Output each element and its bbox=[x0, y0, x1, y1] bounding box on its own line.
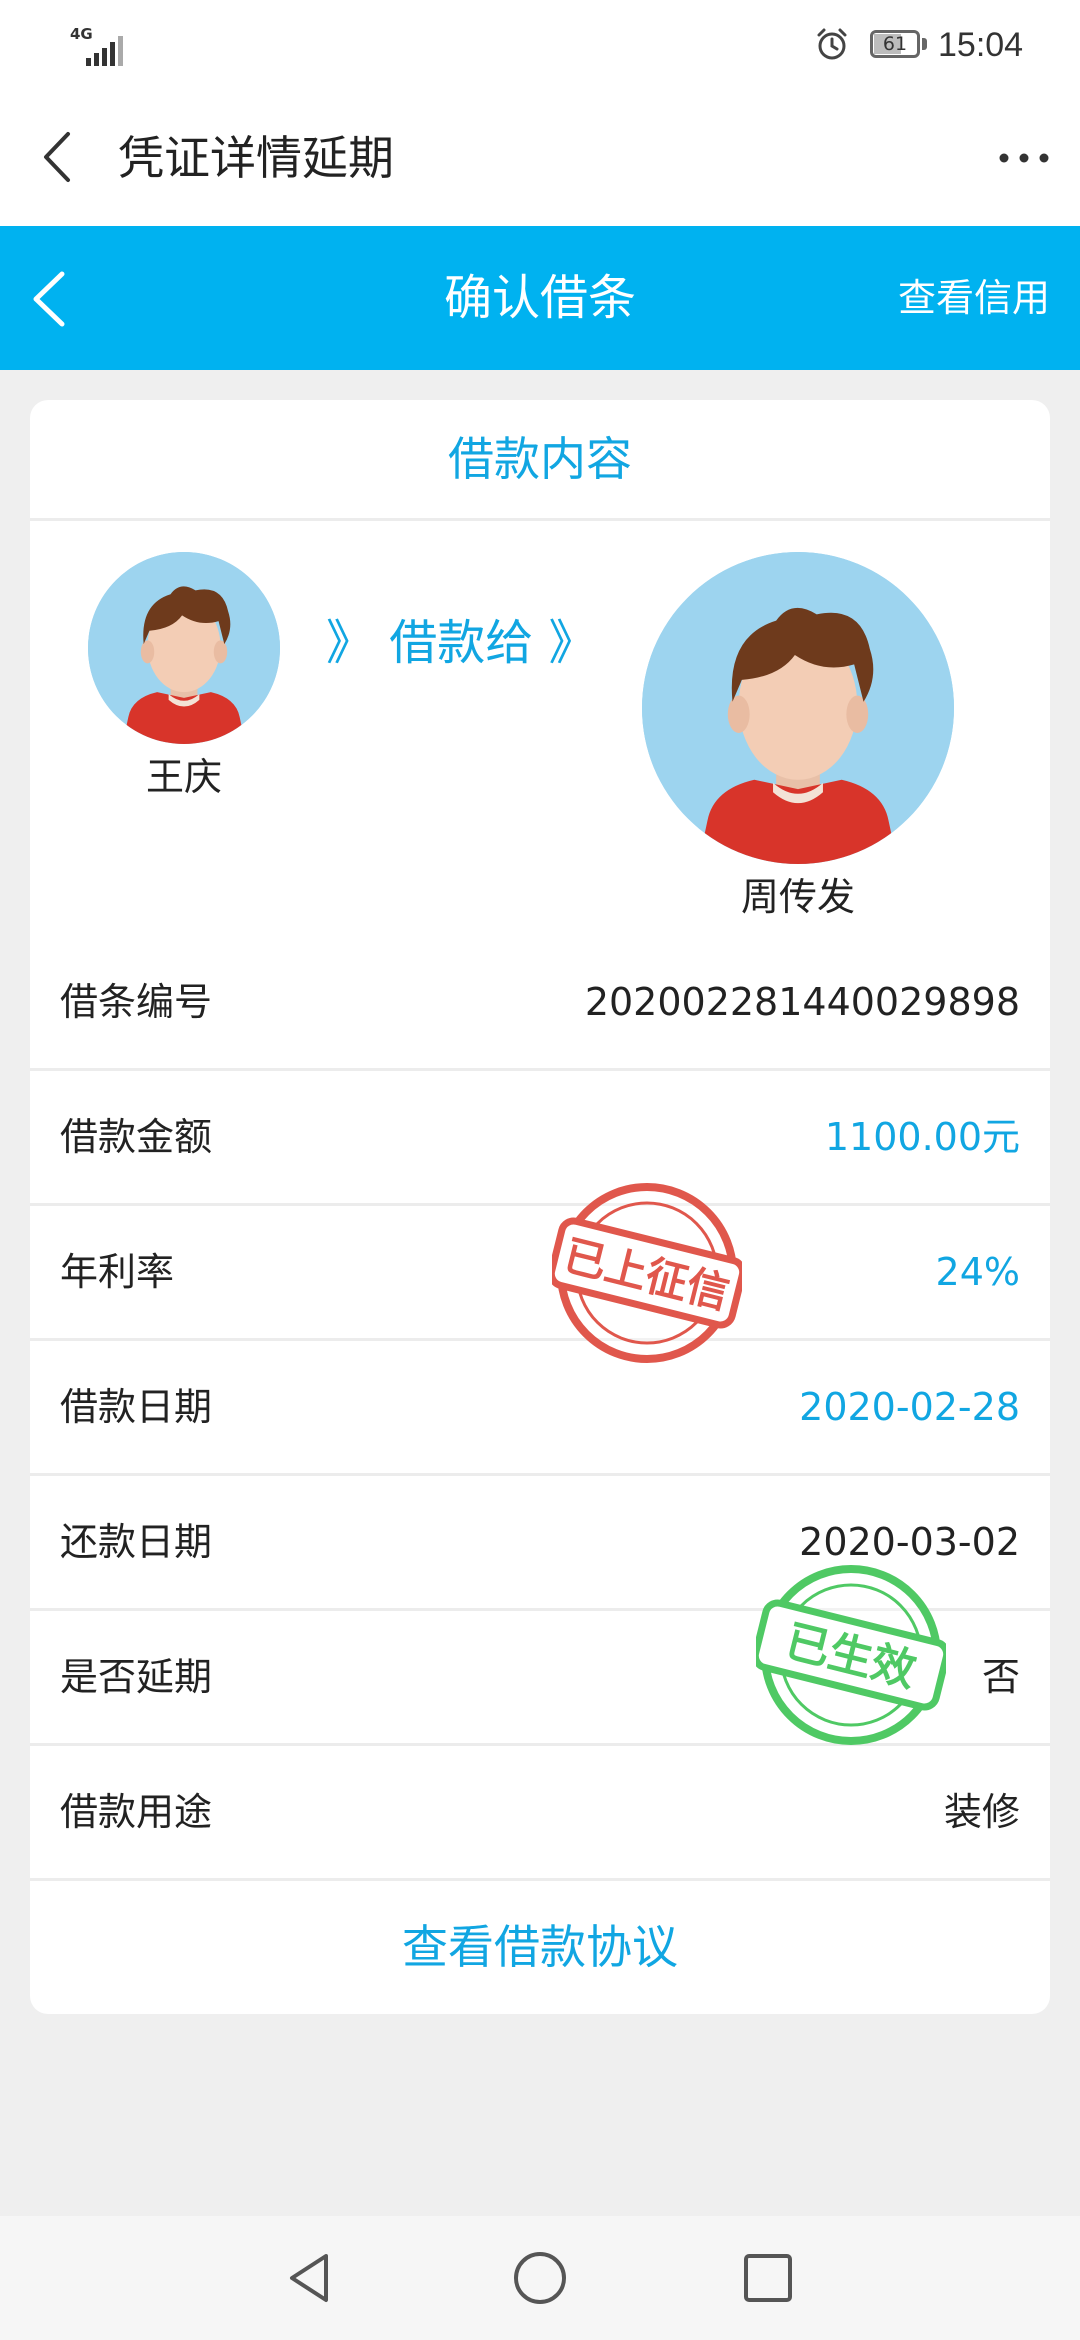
info-row-annual-rate: 年利率 24% bbox=[30, 1206, 1050, 1338]
info-row-loan-amount: 借款金额 1100.00元 bbox=[30, 1071, 1050, 1203]
info-row-loan-date: 借款日期 2020-02-28 bbox=[30, 1341, 1050, 1473]
page-header: 确认借条 查看信用 bbox=[0, 226, 1080, 370]
nav-recents-square-icon[interactable] bbox=[738, 2248, 798, 2308]
lend-to-label: 》 借款给 》 bbox=[326, 615, 597, 671]
status-indicators: 61 15:04 bbox=[780, 22, 1080, 70]
view-agreement-button[interactable]: 查看借款协议 bbox=[30, 1880, 1050, 2014]
signal-bar bbox=[118, 36, 123, 66]
divider bbox=[30, 518, 1050, 521]
loan-number-value: 202002281440029898 bbox=[584, 980, 1020, 1024]
app-nav-title: 凭证详情延期 bbox=[118, 131, 394, 185]
battery-icon: 61 bbox=[870, 30, 920, 58]
more-options-icon[interactable] bbox=[996, 138, 1052, 178]
row-label: 借款用途 bbox=[60, 1790, 213, 1834]
row-label: 年利率 bbox=[60, 1250, 175, 1294]
status-time: 15:04 bbox=[938, 26, 1024, 64]
loan-card: 借款内容 王庆 》 借款给 》 周传发 借条编号 202002281440029… bbox=[30, 400, 1050, 2014]
nav-home-circle-icon[interactable] bbox=[510, 2248, 570, 2308]
alarm-clock-icon bbox=[817, 28, 847, 60]
nav-back-triangle-icon[interactable] bbox=[280, 2248, 340, 2308]
signal-bar bbox=[110, 42, 115, 66]
row-label: 借款金额 bbox=[60, 1115, 213, 1159]
loan-amount-value: 1100.00元 bbox=[824, 1115, 1020, 1159]
info-row-loan-purpose: 借款用途 装修 bbox=[30, 1746, 1050, 1878]
cellular-signal-icon: 4G bbox=[70, 26, 126, 66]
info-row-loan-number: 借条编号 202002281440029898 bbox=[30, 936, 1050, 1068]
section-title: 借款内容 bbox=[448, 432, 632, 486]
back-arrow-icon[interactable] bbox=[32, 122, 82, 192]
signal-bar bbox=[86, 58, 91, 66]
loan-purpose-value: 装修 bbox=[943, 1790, 1020, 1834]
row-label: 是否延期 bbox=[60, 1655, 213, 1699]
row-label: 还款日期 bbox=[60, 1520, 213, 1564]
app-nav-bar: 凭证详情延期 bbox=[0, 92, 1080, 226]
borrower-name: 周传发 bbox=[740, 875, 855, 919]
effective-stamp: 已生效 bbox=[756, 1560, 946, 1750]
row-label: 借条编号 bbox=[60, 980, 213, 1024]
lender-name: 王庆 bbox=[145, 755, 222, 799]
battery-tip bbox=[922, 38, 927, 50]
annual-rate-value: 24% bbox=[935, 1250, 1020, 1294]
network-type: 4G bbox=[70, 25, 93, 43]
system-nav-bar bbox=[0, 2216, 1080, 2340]
borrower-avatar bbox=[642, 552, 954, 864]
extended-value: 否 bbox=[981, 1655, 1020, 1699]
signal-bar bbox=[94, 53, 99, 66]
lender-avatar bbox=[88, 552, 280, 744]
row-label: 借款日期 bbox=[60, 1385, 213, 1429]
signal-bar bbox=[102, 48, 107, 66]
view-credit-button[interactable]: 查看信用 bbox=[898, 226, 1050, 370]
status-bar: 4G 61 15:04 bbox=[0, 0, 1080, 92]
battery-level: 61 bbox=[882, 33, 908, 55]
loan-date-value: 2020-02-28 bbox=[799, 1385, 1020, 1429]
credit-reported-stamp: 已上征信 bbox=[552, 1178, 742, 1368]
